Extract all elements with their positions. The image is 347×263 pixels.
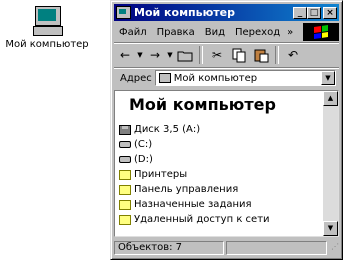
address-dropdown-button[interactable]: ▼: [321, 71, 335, 85]
status-panel: [226, 241, 327, 255]
menu-file[interactable]: Файл: [114, 27, 152, 38]
undo-button[interactable]: ↶: [282, 45, 304, 65]
item-label: Назначенные задания: [134, 199, 252, 210]
my-computer-icon: [30, 4, 64, 38]
dial-up-networking-folder-icon: [119, 214, 131, 225]
list-item-floppy[interactable]: Диск 3,5 (А:): [119, 122, 270, 137]
content-heading: Мой компьютер: [129, 95, 276, 114]
my-computer-icon: [116, 6, 131, 19]
title-bar[interactable]: Мой компьютер _ □ ×: [114, 4, 339, 21]
control-panel-folder-icon: [119, 184, 131, 195]
copy-button[interactable]: [228, 45, 250, 65]
scroll-down-button[interactable]: ▼: [323, 221, 338, 236]
address-field[interactable]: Мой компьютер ▼: [154, 70, 336, 86]
close-button[interactable]: ×: [323, 6, 337, 19]
list-item-control-panel[interactable]: Панель управления: [119, 182, 270, 197]
item-list: Диск 3,5 (А:) (C:) (D:) Принтеры Панель …: [119, 122, 270, 227]
up-folder-icon: [177, 51, 193, 61]
folder-content: Мой компьютер Диск 3,5 (А:) (C:) (D:) Пр…: [114, 90, 339, 237]
explorer-window: Мой компьютер _ □ × Файл Правка Вид Пере…: [110, 0, 343, 260]
item-label: (D:): [134, 154, 153, 165]
item-label: (C:): [134, 139, 153, 150]
minimize-button[interactable]: _: [293, 6, 307, 19]
cut-button[interactable]: ✂: [206, 45, 228, 65]
list-item-scheduled-tasks[interactable]: Назначенные задания: [119, 197, 270, 212]
scheduled-tasks-folder-icon: [119, 199, 131, 210]
maximize-button[interactable]: □: [307, 6, 321, 19]
menu-edit[interactable]: Правка: [152, 27, 200, 38]
menu-go[interactable]: Переход: [230, 27, 285, 38]
address-label: Адрес: [120, 72, 152, 84]
status-object-count: Объектов: 7: [114, 241, 224, 255]
list-item-drive-d[interactable]: (D:): [119, 152, 270, 167]
printers-folder-icon: [119, 169, 131, 180]
hard-drive-icon: [119, 141, 131, 148]
desktop-icon-label: Мой компьютер: [5, 39, 89, 50]
item-label: Удаленный доступ к сети: [134, 214, 270, 225]
address-bar: Адрес Мой компьютер ▼: [114, 69, 339, 87]
desktop-icon-my-computer[interactable]: Мой компьютер: [2, 2, 92, 50]
window-title: Мой компьютер: [134, 6, 236, 19]
up-folder-button[interactable]: [174, 45, 196, 65]
list-item-printers[interactable]: Принтеры: [119, 167, 270, 182]
forward-button[interactable]: →: [144, 45, 166, 65]
resize-grip[interactable]: ⋰: [327, 242, 339, 254]
my-computer-icon: [158, 73, 171, 83]
menu-more-chevron[interactable]: »: [285, 27, 295, 38]
windows-logo-icon: [303, 23, 339, 41]
back-button[interactable]: ←: [114, 45, 136, 65]
item-label: Принтеры: [134, 169, 188, 180]
menu-view[interactable]: Вид: [200, 27, 230, 38]
paste-icon: [254, 49, 268, 62]
toolbar: ← ▼ → ▼ ✂ ↶: [114, 44, 339, 66]
hard-drive-icon: [119, 156, 131, 163]
floppy-drive-icon: [119, 124, 131, 135]
back-dropdown-button[interactable]: ▼: [136, 45, 144, 65]
forward-dropdown-button[interactable]: ▼: [166, 45, 174, 65]
item-label: Диск 3,5 (А:): [134, 124, 201, 135]
scroll-up-button[interactable]: ▲: [323, 91, 338, 106]
list-item-dial-up-networking[interactable]: Удаленный доступ к сети: [119, 212, 270, 227]
list-item-drive-c[interactable]: (C:): [119, 137, 270, 152]
menu-bar: Файл Правка Вид Переход »: [114, 23, 339, 41]
paste-button[interactable]: [250, 45, 272, 65]
address-value: Мой компьютер: [173, 72, 258, 84]
item-label: Панель управления: [134, 184, 239, 195]
status-bar: Объектов: 7 ⋰: [114, 240, 339, 256]
copy-icon: [232, 48, 245, 62]
vertical-scrollbar[interactable]: ▲ ▼: [323, 91, 338, 236]
